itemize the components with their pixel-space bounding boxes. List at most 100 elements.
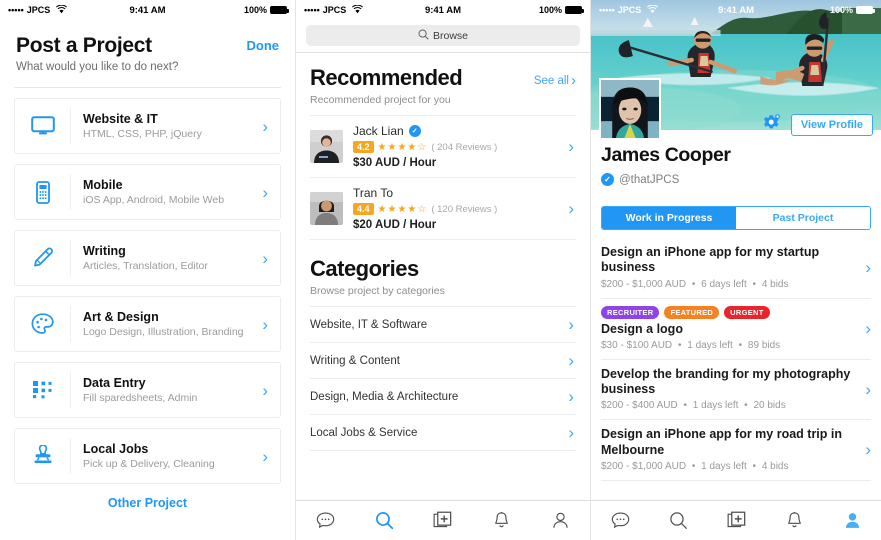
star-rating-icon: ★★★★☆ <box>377 203 428 215</box>
card-subtitle: HTML, CSS, PHP, jQuery <box>83 128 202 140</box>
project-meta: $30 - $100 AUD • 1 days left • 89 bids <box>601 340 859 351</box>
project-type-card-local-jobs[interactable]: Local Jobs Pick up & Delivery, Cleaning … <box>14 428 281 484</box>
categories-subtitle: Browse project by categories <box>310 285 445 297</box>
category-row-website-it-software[interactable]: Website, IT & Software › <box>310 307 576 343</box>
profile-handle: ✓ @thatJPCS <box>601 173 679 186</box>
page-header: Post a Project What would you like to do… <box>0 20 295 77</box>
card-title: Writing <box>83 244 126 258</box>
chevron-right-icon: › <box>865 318 871 338</box>
hourly-rate-label: $20 AUD / Hour <box>353 219 437 231</box>
project-list: Design an iPhone app for my startup busi… <box>601 238 871 481</box>
meta-separator: • <box>683 400 688 412</box>
status-bar: ••••• JPCS 9:41 AM 100% <box>591 0 881 20</box>
verified-badge-icon: ✓ <box>601 173 614 186</box>
tag-featured: FEATURED <box>664 305 720 319</box>
project-row[interactable]: Develop the branding for my photography … <box>601 360 871 421</box>
palette-icon <box>15 306 71 342</box>
chevron-right-icon: › <box>262 314 268 334</box>
done-button[interactable]: Done <box>247 34 280 53</box>
profile-avatar[interactable] <box>599 78 661 140</box>
tab-notifications[interactable] <box>765 511 823 530</box>
tab-chat[interactable] <box>296 511 355 530</box>
battery-icon <box>270 6 289 14</box>
tab-post-project[interactable] <box>707 511 765 530</box>
meta-separator: • <box>691 460 696 472</box>
meta-separator: • <box>752 460 757 472</box>
star-rating-icon: ★★★★☆ <box>377 141 428 153</box>
battery-area: 100% <box>830 5 875 15</box>
freelancer-list: Jack Lian ✓ 4.2 ★★★★☆ ( 204 Reviews ) $3… <box>296 116 590 240</box>
rating-value: 4.2 <box>353 141 374 153</box>
category-label: Design, Media & Architecture <box>310 390 459 403</box>
chevron-right-icon: › <box>262 380 268 400</box>
page-title: Post a Project <box>16 34 152 57</box>
project-type-card-website-it[interactable]: Website & IT HTML, CSS, PHP, jQuery › <box>14 98 281 154</box>
chevron-right-icon: › <box>262 182 268 202</box>
other-project-button[interactable]: Other Project <box>14 496 281 510</box>
category-row-design-media-architecture[interactable]: Design, Media & Architecture › <box>310 379 576 415</box>
review-count-label: ( 204 Reviews ) <box>431 141 498 153</box>
project-budget: $30 - $100 AUD <box>601 339 673 351</box>
tab-work-in-progress[interactable]: Work in Progress <box>602 207 736 229</box>
grid-dots-icon <box>15 372 71 408</box>
tab-search[interactable] <box>355 511 414 530</box>
tab-past-project[interactable]: Past Project <box>736 207 870 229</box>
search-input[interactable]: Browse <box>306 25 580 46</box>
freelancer-name-label: Tran To <box>353 186 394 200</box>
status-bar: ••••• JPCS 9:41 AM 100% <box>0 0 295 20</box>
project-row[interactable]: Design an iPhone app for my startup busi… <box>601 238 871 299</box>
tab-post-project[interactable] <box>414 511 473 530</box>
see-all-button[interactable]: See all › <box>534 65 576 89</box>
category-row-local-jobs-service[interactable]: Local Jobs & Service › <box>310 415 576 451</box>
project-title: Design an iPhone app for my startup busi… <box>601 245 820 275</box>
card-subtitle: Logo Design, Illustration, Branding <box>83 326 244 338</box>
tab-chat[interactable] <box>591 511 649 530</box>
view-profile-button[interactable]: View Profile <box>790 114 873 136</box>
tab-profile[interactable] <box>823 511 881 530</box>
search-icon <box>418 29 429 43</box>
card-title: Data Entry <box>83 376 146 390</box>
freelancer-name: Tran To <box>353 186 568 200</box>
freelancer-row[interactable]: Jack Lian ✓ 4.2 ★★★★☆ ( 204 Reviews ) $3… <box>310 116 576 178</box>
project-row[interactable]: Design an iPhone app for my road trip in… <box>601 420 871 481</box>
category-row-writing-content[interactable]: Writing & Content › <box>310 343 576 379</box>
tab-bar <box>296 500 590 540</box>
pencil-icon <box>15 240 71 276</box>
tab-search[interactable] <box>649 511 707 530</box>
chevron-right-icon: › <box>865 257 871 277</box>
chevron-right-icon: › <box>568 351 574 370</box>
tab-profile[interactable] <box>531 511 590 530</box>
rating-row: 4.4 ★★★★☆ ( 120 Reviews ) <box>353 203 568 215</box>
review-count-label: ( 120 Reviews ) <box>431 203 498 215</box>
battery-area: 100% <box>538 5 584 15</box>
project-time-left: 1 days left <box>692 400 739 412</box>
chevron-right-icon: › <box>262 116 268 136</box>
chevron-right-icon: › <box>568 387 574 406</box>
battery-percent-label: 100% <box>538 5 562 15</box>
project-type-card-mobile[interactable]: Mobile iOS App, Android, Mobile Web › <box>14 164 281 220</box>
freelancer-row[interactable]: Tran To 4.4 ★★★★☆ ( 120 Reviews ) $20 AU… <box>310 178 576 240</box>
tab-notifications[interactable] <box>472 511 531 530</box>
freelancer-name-label: Jack Lian <box>353 124 404 138</box>
project-row[interactable]: RECRUITER FEATURED URGENT Design a logo … <box>601 299 871 360</box>
project-time-left: 1 days left <box>687 339 733 351</box>
project-type-card-writing[interactable]: Writing Articles, Translation, Editor › <box>14 230 281 286</box>
project-title: Develop the branding for my photography … <box>601 366 851 396</box>
mobile-phone-icon <box>15 174 71 210</box>
recommended-title: Recommended <box>310 65 463 90</box>
profile-handle-label: @thatJPCS <box>619 173 680 186</box>
project-bids: 20 bids <box>753 400 786 412</box>
avatar <box>310 192 343 225</box>
gear-icon[interactable] <box>763 114 781 136</box>
project-type-card-art-design[interactable]: Art & Design Logo Design, Illustration, … <box>14 296 281 352</box>
profile-name: James Cooper <box>601 144 731 166</box>
monitor-icon <box>15 108 71 144</box>
project-meta: $200 - $400 AUD • 1 days left • 20 bids <box>601 400 859 411</box>
project-type-card-data-entry[interactable]: Data Entry Fill sparedsheets, Admin › <box>14 362 281 418</box>
battery-percent-label: 100% <box>243 5 267 15</box>
project-meta: $200 - $1,000 AUD • 6 days left • 4 bids <box>601 279 859 290</box>
chevron-right-icon: › <box>568 199 574 218</box>
categories-header: Categories Browse project by categories <box>296 240 590 297</box>
card-subtitle: Articles, Translation, Editor <box>83 260 208 272</box>
category-label: Writing & Content <box>310 354 400 367</box>
